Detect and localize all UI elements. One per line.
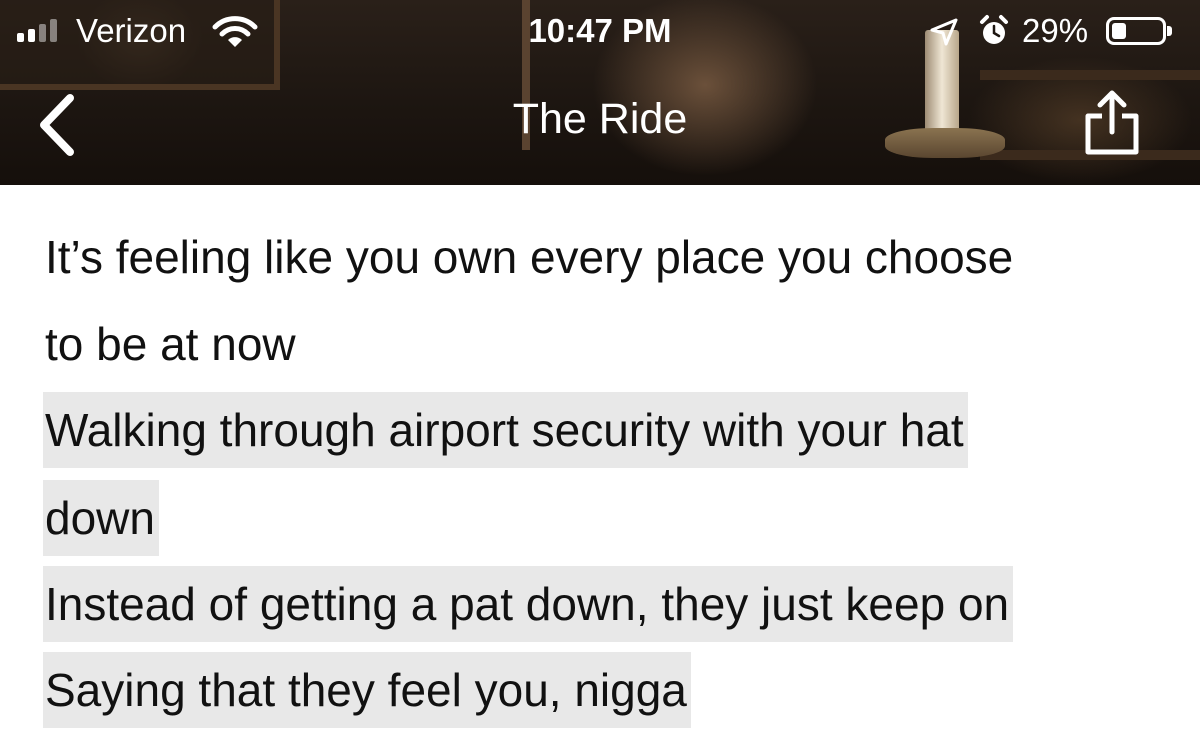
status-bar: Verizon 10:47 PM 29% (0, 0, 1200, 62)
battery-tip (1167, 26, 1172, 36)
location-arrow-icon (930, 18, 958, 46)
lyric-line[interactable]: Instead of getting a pat down, they just… (43, 566, 1014, 642)
status-time: 10:47 PM (528, 12, 672, 49)
lyrics-view[interactable]: It’s feeling like you own every place yo… (0, 185, 1200, 735)
lyric-line[interactable]: Saying that they feel you, nigga (43, 652, 691, 728)
background-shelf (980, 70, 1200, 80)
battery-level-fill (1112, 23, 1126, 39)
lyric-line[interactable]: down (43, 480, 159, 556)
album-art-header: Verizon 10:47 PM 29% The Ride (0, 0, 1200, 185)
page-title: The Ride (512, 95, 688, 143)
lyric-line[interactable]: It’s feeling like you own every place yo… (43, 219, 1017, 295)
lyric-line[interactable]: Walking through airport security with yo… (43, 392, 968, 468)
alarm-icon (980, 15, 1008, 44)
battery-icon (1106, 17, 1166, 45)
battery-percentage: 29% (1022, 12, 1089, 49)
share-icon[interactable] (1080, 88, 1144, 158)
lyric-line[interactable]: to be at now (43, 306, 300, 382)
